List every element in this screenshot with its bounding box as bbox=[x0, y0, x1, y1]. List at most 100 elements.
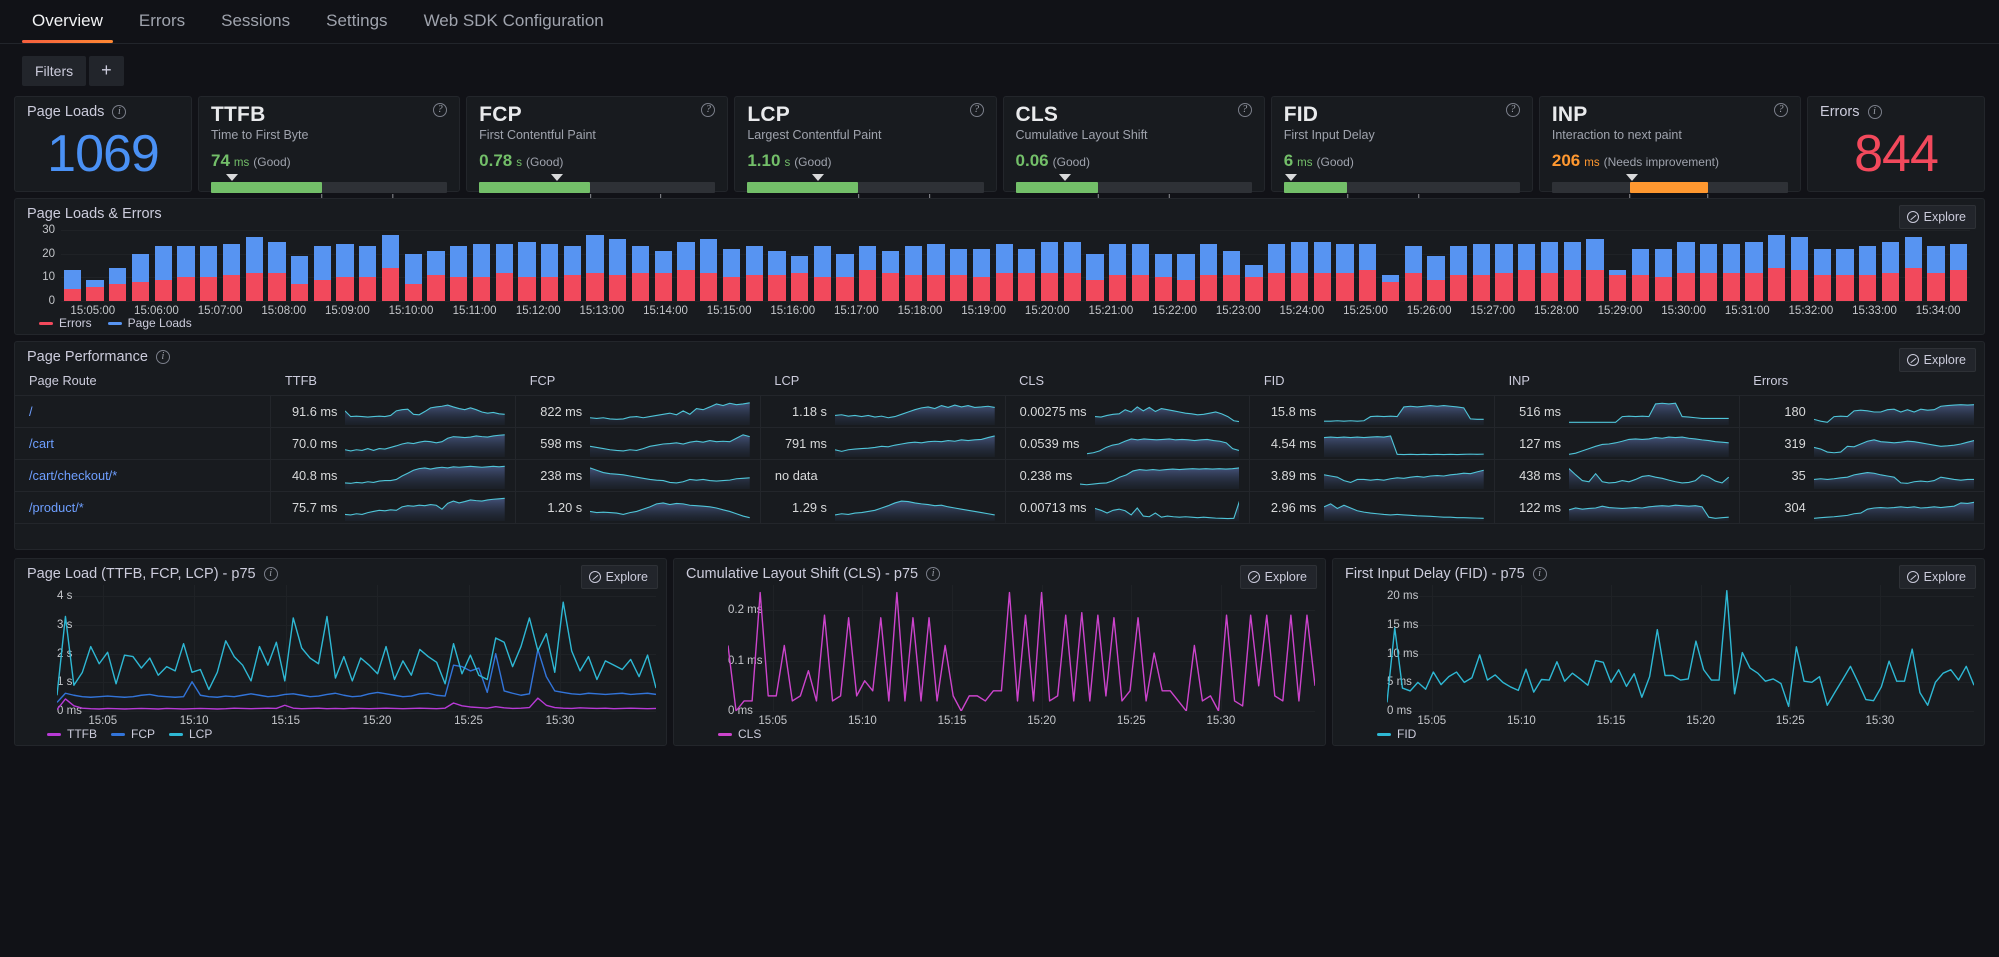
bar[interactable] bbox=[1336, 244, 1353, 301]
bar[interactable] bbox=[836, 254, 853, 302]
bar[interactable] bbox=[1723, 244, 1740, 301]
bar[interactable] bbox=[768, 251, 785, 301]
bar[interactable] bbox=[1836, 249, 1853, 301]
bar[interactable] bbox=[1950, 244, 1967, 301]
info-icon[interactable]: i bbox=[1868, 105, 1882, 119]
legend-item-errors[interactable]: Errors bbox=[39, 316, 92, 330]
bar[interactable] bbox=[1245, 265, 1262, 301]
bar[interactable] bbox=[791, 256, 808, 301]
bar[interactable] bbox=[1064, 242, 1081, 301]
bar[interactable] bbox=[564, 246, 581, 301]
help-icon[interactable]: ? bbox=[701, 103, 715, 117]
tab-overview[interactable]: Overview bbox=[14, 1, 121, 43]
bar[interactable] bbox=[1655, 249, 1672, 301]
page-load-p75-plot[interactable]: 0 ms1 s2 s3 s4 s15:0515:1015:1515:2015:2… bbox=[57, 585, 656, 711]
bar[interactable] bbox=[1700, 244, 1717, 301]
bar[interactable] bbox=[132, 254, 149, 302]
bar[interactable] bbox=[1268, 244, 1285, 301]
route-link[interactable]: /cart bbox=[29, 436, 54, 451]
bar[interactable] bbox=[450, 246, 467, 301]
bar[interactable] bbox=[905, 246, 922, 301]
info-icon[interactable]: i bbox=[156, 350, 170, 364]
tab-web-sdk-configuration[interactable]: Web SDK Configuration bbox=[406, 1, 622, 43]
bar[interactable] bbox=[1586, 239, 1603, 301]
route-link[interactable]: /cart/checkout/* bbox=[29, 468, 117, 483]
route-link[interactable]: /product/* bbox=[29, 500, 84, 515]
table-header-fid[interactable]: FID bbox=[1250, 365, 1495, 396]
bar[interactable] bbox=[382, 235, 399, 302]
bar[interactable] bbox=[973, 249, 990, 301]
bar[interactable] bbox=[677, 242, 694, 301]
bar[interactable] bbox=[291, 256, 308, 301]
filters-button[interactable]: Filters bbox=[22, 56, 86, 86]
bar[interactable] bbox=[1495, 244, 1512, 301]
table-header-ttfb[interactable]: TTFB bbox=[271, 365, 516, 396]
bar[interactable] bbox=[1314, 242, 1331, 301]
bar[interactable] bbox=[64, 270, 81, 301]
bar[interactable] bbox=[1382, 275, 1399, 301]
bar-chart[interactable]: 010203015:05:0015:06:0015:07:0015:08:001… bbox=[15, 223, 1976, 334]
bar[interactable] bbox=[700, 239, 717, 301]
legend-item-lcp[interactable]: LCP bbox=[169, 727, 212, 741]
bar[interactable] bbox=[1768, 235, 1785, 302]
bar[interactable] bbox=[359, 246, 376, 301]
bar[interactable] bbox=[86, 280, 103, 301]
bar[interactable] bbox=[518, 242, 535, 301]
bar[interactable] bbox=[1677, 242, 1694, 301]
legend-item-fid[interactable]: FID bbox=[1377, 727, 1416, 741]
bar[interactable] bbox=[1177, 254, 1194, 302]
bar[interactable] bbox=[246, 237, 263, 301]
info-icon[interactable]: i bbox=[1533, 567, 1547, 581]
bar[interactable] bbox=[1450, 246, 1467, 301]
table-header-cls[interactable]: CLS bbox=[1005, 365, 1250, 396]
legend-item-fcp[interactable]: FCP bbox=[111, 727, 155, 741]
info-icon[interactable]: i bbox=[264, 567, 278, 581]
bar[interactable] bbox=[586, 235, 603, 302]
bar[interactable] bbox=[496, 244, 513, 301]
bar[interactable] bbox=[336, 244, 353, 301]
legend-item-cls[interactable]: CLS bbox=[718, 727, 761, 741]
legend-item-ttfb[interactable]: TTFB bbox=[47, 727, 97, 741]
bar[interactable] bbox=[1632, 249, 1649, 301]
bar[interactable] bbox=[950, 249, 967, 301]
table-row[interactable]: /91.6 ms822 ms1.18 s0.00275 ms15.8 ms516… bbox=[15, 396, 1984, 428]
legend-item-page-loads[interactable]: Page Loads bbox=[108, 316, 192, 330]
bar[interactable] bbox=[1518, 244, 1535, 301]
bar[interactable] bbox=[859, 246, 876, 301]
bar[interactable] bbox=[1155, 254, 1172, 302]
bar[interactable] bbox=[927, 244, 944, 301]
help-icon[interactable]: ? bbox=[1506, 103, 1520, 117]
bar[interactable] bbox=[1791, 237, 1808, 301]
fid-p75-plot[interactable]: 0 ms5 ms10 ms15 ms20 ms15:0515:1015:1515… bbox=[1387, 585, 1974, 711]
bar[interactable] bbox=[1905, 237, 1922, 301]
bar[interactable] bbox=[200, 246, 217, 301]
tab-errors[interactable]: Errors bbox=[121, 1, 203, 43]
bar[interactable] bbox=[1745, 242, 1762, 301]
cls-p75-plot[interactable]: 0 ms0.1 ms0.2 ms15:0515:1015:1515:2015:2… bbox=[728, 585, 1315, 711]
bar[interactable] bbox=[1291, 242, 1308, 301]
bar[interactable] bbox=[427, 251, 444, 301]
bar[interactable] bbox=[1041, 242, 1058, 301]
bar[interactable] bbox=[996, 244, 1013, 301]
tab-sessions[interactable]: Sessions bbox=[203, 1, 308, 43]
bar[interactable] bbox=[1200, 244, 1217, 301]
explore-button-table[interactable]: Explore bbox=[1899, 348, 1976, 372]
help-icon[interactable]: ? bbox=[1774, 103, 1788, 117]
bar[interactable] bbox=[1427, 256, 1444, 301]
table-header-inp[interactable]: INP bbox=[1495, 365, 1740, 396]
bar[interactable] bbox=[632, 246, 649, 301]
bar[interactable] bbox=[314, 246, 331, 301]
bar[interactable] bbox=[1359, 244, 1376, 301]
table-row[interactable]: /cart/checkout/*40.8 ms238 msno data0.23… bbox=[15, 460, 1984, 492]
route-link[interactable]: / bbox=[29, 404, 33, 419]
bar[interactable] bbox=[155, 246, 172, 301]
bar[interactable] bbox=[1223, 251, 1240, 301]
bar[interactable] bbox=[1109, 244, 1126, 301]
bar[interactable] bbox=[814, 246, 831, 301]
bar[interactable] bbox=[655, 251, 672, 301]
tab-settings[interactable]: Settings bbox=[308, 1, 405, 43]
bar[interactable] bbox=[723, 249, 740, 301]
info-icon[interactable]: i bbox=[926, 567, 940, 581]
table-header-fcp[interactable]: FCP bbox=[516, 365, 761, 396]
bar[interactable] bbox=[1609, 270, 1626, 301]
